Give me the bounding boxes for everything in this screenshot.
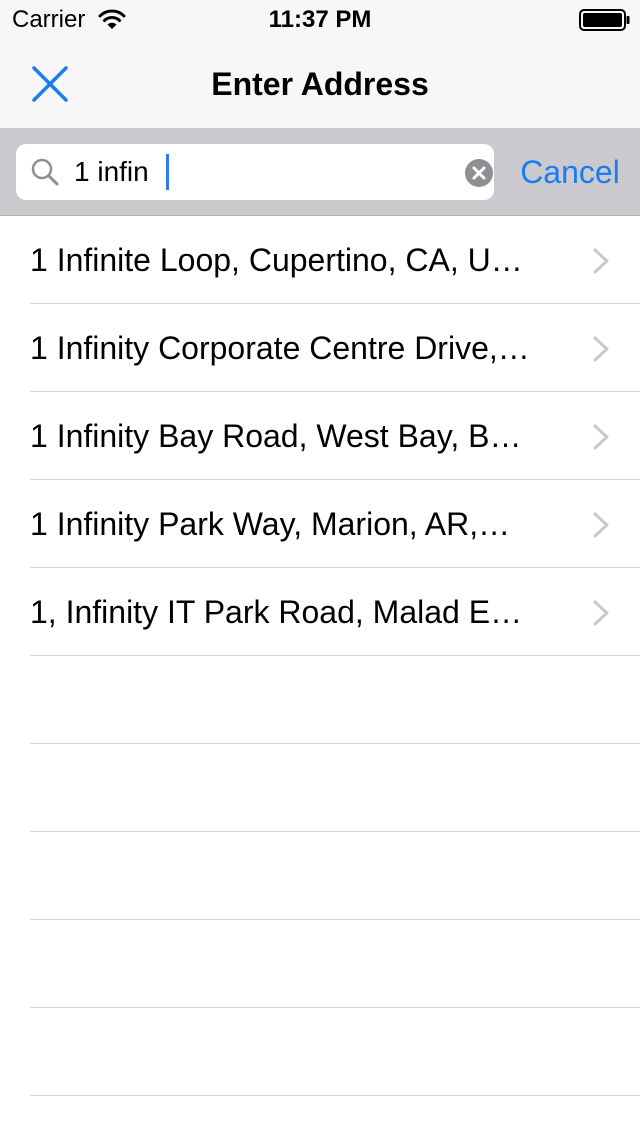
clear-icon[interactable]	[464, 158, 494, 188]
empty-row	[0, 744, 640, 832]
list-item[interactable]: 1 Infinity Corporate Centre Drive,…	[0, 304, 640, 392]
results-list: 1 Infinite Loop, Cupertino, CA, U… 1 Inf…	[0, 216, 640, 1096]
chevron-right-icon	[593, 248, 609, 274]
status-bar: Carrier 11:37 PM	[0, 0, 640, 40]
result-label: 1 Infinity Corporate Centre Drive,…	[30, 330, 530, 366]
cancel-button[interactable]: Cancel	[508, 150, 632, 194]
list-item[interactable]: 1 Infinity Bay Road, West Bay, B…	[0, 392, 640, 480]
search-icon	[31, 158, 59, 186]
search-field[interactable]	[16, 144, 494, 200]
empty-row	[0, 920, 640, 1008]
result-label: 1, Infinity IT Park Road, Malad E…	[30, 594, 523, 630]
chevron-right-icon	[593, 336, 609, 362]
chevron-right-icon	[593, 424, 609, 450]
text-cursor	[166, 154, 169, 190]
chevron-right-icon	[593, 512, 609, 538]
empty-row	[0, 656, 640, 744]
navigation-bar: Enter Address	[0, 40, 640, 128]
empty-row	[0, 832, 640, 920]
battery-icon	[579, 9, 630, 31]
list-item[interactable]: 1 Infinite Loop, Cupertino, CA, U…	[0, 216, 640, 304]
search-input[interactable]	[74, 152, 434, 192]
result-label: 1 Infinite Loop, Cupertino, CA, U…	[30, 242, 523, 278]
list-item[interactable]: 1, Infinity IT Park Road, Malad E…	[0, 568, 640, 656]
address-search-screen: Carrier 11:37 PM Enter Address 1 infin C…	[0, 0, 640, 1136]
result-label: 1 Infinity Bay Road, West Bay, B…	[30, 418, 522, 454]
search-bar: Cancel	[0, 128, 640, 216]
chevron-right-icon	[593, 600, 609, 626]
list-item[interactable]: 1 Infinity Park Way, Marion, AR,…	[0, 480, 640, 568]
page-title: Enter Address	[211, 66, 429, 102]
result-label: 1 Infinity Park Way, Marion, AR,…	[30, 506, 511, 542]
empty-row	[0, 1008, 640, 1096]
status-time: 11:37 PM	[268, 6, 372, 33]
